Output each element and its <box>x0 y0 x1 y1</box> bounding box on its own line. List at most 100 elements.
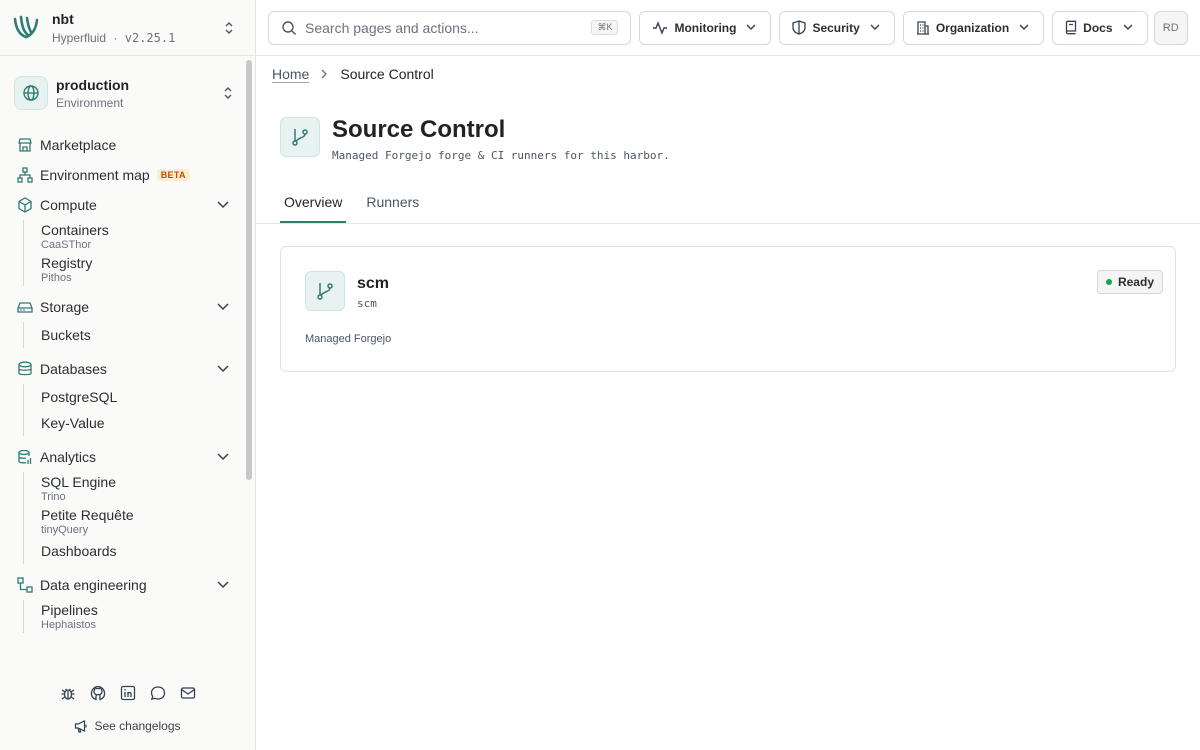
sidebar-item-marketplace[interactable]: Marketplace <box>0 130 256 160</box>
monitoring-menu-button[interactable]: Monitoring <box>639 10 772 45</box>
sidebar-item-label: Dashboards <box>41 543 117 559</box>
sidebar-footer: See changelogs <box>0 670 255 750</box>
activity-icon <box>652 20 668 35</box>
sidebar-group-databases[interactable]: Databases <box>0 354 256 384</box>
analytics-database-icon <box>16 448 34 466</box>
docs-menu-button[interactable]: Docs <box>1052 10 1148 45</box>
breadcrumb-home-link[interactable]: Home <box>272 66 309 82</box>
card-subtitle: scm <box>357 297 377 310</box>
sidebar-group-label: Storage <box>40 299 90 315</box>
org-name: nbt <box>52 10 74 27</box>
status-badge: Ready <box>1096 270 1163 294</box>
sidebar-group-data-engineering[interactable]: Data engineering <box>0 570 256 600</box>
sidebar-item-label: PostgreSQL <box>41 389 118 405</box>
sidebar-item-registry[interactable]: Registry Pithos <box>41 253 256 286</box>
organization-menu-button[interactable]: Organization <box>902 10 1045 45</box>
see-changelogs-link[interactable]: See changelogs <box>0 719 255 733</box>
breadcrumb: Home Source Control <box>256 57 1200 91</box>
sidebar-item-containers[interactable]: Containers CaaSThor <box>41 220 256 253</box>
sidebar-item-key-value[interactable]: Key-Value <box>41 410 256 436</box>
megaphone-icon <box>74 719 88 733</box>
sidebar-item-label: Environment map <box>40 167 150 183</box>
page-title: Source Control <box>332 116 506 143</box>
version-separator: · <box>113 30 118 45</box>
chat-icon[interactable] <box>149 684 167 702</box>
main-content: Home Source Control Source Control Manag… <box>256 57 1200 750</box>
sidebar-scroll-area[interactable]: production Environment Marketplace Envir… <box>0 56 256 670</box>
sidebar-item-sublabel: Hephaistos <box>41 619 97 631</box>
sidebar-scrollbar[interactable] <box>246 60 252 480</box>
sidebar-group-label: Data engineering <box>40 577 147 593</box>
hard-drive-icon <box>16 298 34 316</box>
sidebar-item-label: Buckets <box>41 327 91 343</box>
card-title: scm <box>357 275 390 292</box>
chevron-down-icon <box>216 578 230 592</box>
organization-label: Organization <box>935 20 1010 35</box>
building-icon <box>916 20 930 35</box>
bug-icon[interactable] <box>59 684 77 702</box>
page-header: Source Control Managed Forgejo forge & C… <box>256 91 1200 162</box>
storage-submenu: Buckets <box>23 322 256 348</box>
sidebar-item-petite-requete[interactable]: Petite Requête tinyQuery <box>41 505 256 538</box>
book-icon <box>1065 20 1077 35</box>
sidebar-item-postgresql[interactable]: PostgreSQL <box>41 384 256 410</box>
sidebar-group-analytics[interactable]: Analytics <box>0 442 256 472</box>
sidebar-item-label: Pipelines <box>41 602 98 618</box>
org-switcher[interactable]: nbt Hyperfluid · v2.25.1 <box>0 0 255 56</box>
org-product: Hyperfluid <box>52 30 107 45</box>
sidebar-item-environment-map[interactable]: Environment map BETA <box>0 160 256 190</box>
globe-icon <box>14 76 48 110</box>
page-description: Managed Forgejo forge & CI runners for t… <box>332 149 670 162</box>
search-input[interactable]: Search pages and actions... ⌘K <box>268 10 632 45</box>
sidebar: nbt Hyperfluid · v2.25.1 production Envi… <box>0 0 256 750</box>
sidebar-item-sublabel: Pithos <box>41 272 72 284</box>
git-branch-icon <box>280 117 320 157</box>
chevron-down-icon <box>216 362 230 376</box>
chevron-right-icon <box>321 69 328 79</box>
tab-overview[interactable]: Overview <box>280 186 347 223</box>
search-icon <box>281 20 297 36</box>
chevron-down-icon <box>1121 21 1135 35</box>
hyperfluid-logo <box>12 14 40 42</box>
chevron-up-down-icon <box>220 85 236 101</box>
mail-icon[interactable] <box>179 684 197 702</box>
scm-instance-card[interactable]: scm scm Managed Forgejo Ready <box>280 246 1176 372</box>
sidebar-group-storage[interactable]: Storage <box>0 292 256 322</box>
sidebar-item-buckets[interactable]: Buckets <box>41 322 256 348</box>
sidebar-item-sublabel: Trino <box>41 491 66 503</box>
shield-icon <box>792 20 807 35</box>
avatar[interactable]: RD <box>1153 10 1188 45</box>
version-label: v2.25.1 <box>124 30 176 45</box>
docs-label: Docs <box>1083 20 1113 35</box>
store-icon <box>16 136 34 154</box>
compute-submenu: Containers CaaSThor Registry Pithos <box>23 220 256 286</box>
chevron-down-icon <box>216 198 230 212</box>
data-engineering-submenu: Pipelines Hephaistos <box>23 600 256 633</box>
analytics-submenu: SQL Engine Trino Petite Requête tinyQuer… <box>23 472 256 564</box>
environment-switcher[interactable]: production Environment <box>14 70 242 116</box>
card-description: Managed Forgejo <box>305 333 392 345</box>
chevron-up-down-icon <box>221 20 237 36</box>
chevron-down-icon <box>868 21 882 35</box>
environment-label: Environment <box>56 95 124 110</box>
sidebar-item-sql-engine[interactable]: SQL Engine Trino <box>41 472 256 505</box>
status-label: Ready <box>1117 275 1154 289</box>
linkedin-icon[interactable] <box>119 684 137 702</box>
chevron-down-icon <box>744 21 758 35</box>
sidebar-group-label: Databases <box>40 361 107 377</box>
changelog-label: See changelogs <box>94 719 181 733</box>
sidebar-item-pipelines[interactable]: Pipelines Hephaistos <box>41 600 256 633</box>
sidebar-group-label: Compute <box>40 197 97 213</box>
database-icon <box>16 360 34 378</box>
tab-runners[interactable]: Runners <box>362 186 423 223</box>
workflow-icon <box>16 576 34 594</box>
security-menu-button[interactable]: Security <box>779 10 895 45</box>
github-icon[interactable] <box>89 684 107 702</box>
search-shortcut: ⌘K <box>591 20 619 35</box>
chevron-down-icon <box>216 300 230 314</box>
sidebar-group-compute[interactable]: Compute <box>0 190 256 220</box>
topbar: Search pages and actions... ⌘K Monitorin… <box>256 0 1200 56</box>
sidebar-item-label: Key-Value <box>41 415 105 431</box>
sidebar-item-label: SQL Engine <box>41 474 116 490</box>
sidebar-item-dashboards[interactable]: Dashboards <box>41 538 256 564</box>
